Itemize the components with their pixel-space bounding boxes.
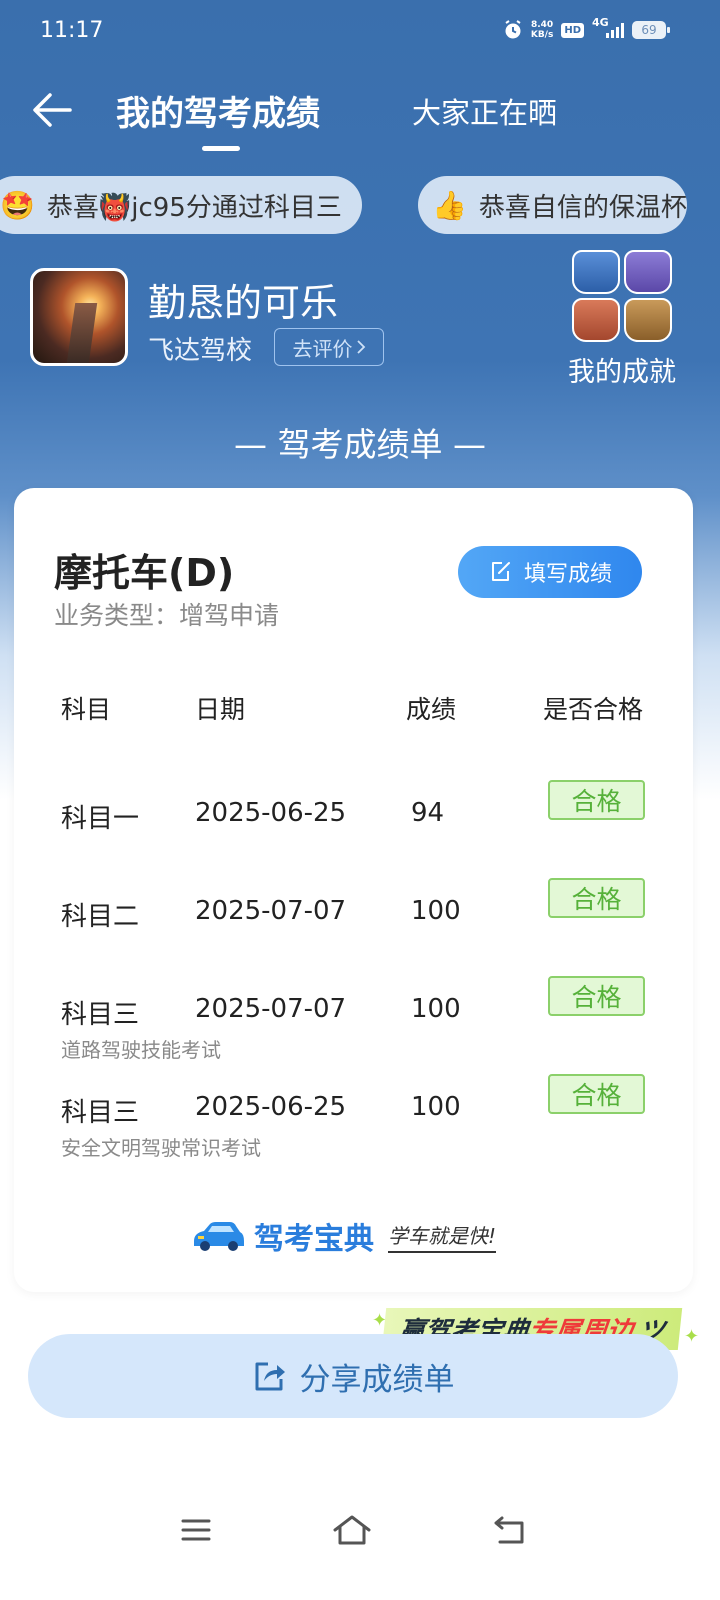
home-button[interactable] (330, 1508, 374, 1552)
thumbs-up-emoji-icon: 👍 (432, 188, 467, 222)
back-nav-button[interactable] (488, 1508, 532, 1552)
menu-button[interactable] (174, 1508, 218, 1552)
status-bar: 11:17 8.40 KB/s HD 4G 69 (0, 0, 720, 64)
pass-badge: 合格 (548, 976, 645, 1016)
row-score: 94 (411, 798, 445, 828)
congrats-ticker: 🤩 恭喜👹jc95分通过科目三 👍 恭喜自信的保温杯 (0, 176, 720, 234)
chevron-right-icon (356, 340, 365, 354)
car-logo-icon (194, 1222, 244, 1251)
brand-slogan: 学车就是快! (388, 1220, 497, 1253)
row-subject: 科目三 (61, 1098, 140, 1128)
signal-icon: 4G (592, 16, 624, 38)
badge-icon (572, 250, 620, 294)
row-subject: 科目一 (61, 804, 140, 834)
pass-badge: 合格 (548, 878, 645, 918)
driving-school-name: 飞达驾校 (148, 336, 253, 366)
status-icons: 8.40 KB/s HD 4G 69 (503, 16, 670, 40)
network-speed-unit: KB/s (530, 30, 554, 40)
row-subject: 科目三 (61, 1000, 140, 1030)
row-date: 2025-06-25 (195, 798, 347, 828)
row-note: 道路驾驶技能考试 (61, 1038, 221, 1062)
table-row: 科目三 2025-07-07 100 合格 道路驾驶技能考试 (14, 976, 693, 1074)
vehicle-type: 摩托车(D) (54, 551, 235, 595)
column-header-score: 成绩 (406, 695, 457, 724)
badge-icon (624, 250, 672, 294)
return-icon (494, 1516, 524, 1544)
review-button-label: 去评价 (292, 336, 353, 361)
share-button-label: 分享成绩单 (299, 1361, 455, 1398)
column-header-subject: 科目 (61, 695, 112, 724)
row-date: 2025-06-25 (195, 1092, 347, 1122)
back-button[interactable] (30, 88, 74, 132)
battery-icon: 69 (632, 21, 670, 39)
ticker-item[interactable]: 👍 恭喜自信的保温杯 (418, 176, 687, 234)
network-speed: 8.40 KB/s (531, 20, 553, 40)
sparkle-icon: ✦ (684, 1326, 700, 1347)
score-card: 摩托车(D) 业务类型：增驾申请 填写成绩 科目 日期 成绩 是否合格 科目一 … (14, 488, 693, 1292)
pass-badge: 合格 (548, 780, 645, 820)
achievements[interactable] (560, 248, 690, 348)
battery-level: 69 (641, 23, 657, 37)
home-icon (333, 1515, 371, 1545)
table-row: 科目一 2025-06-25 94 合格 (14, 780, 693, 878)
column-header-pass: 是否合格 (543, 695, 644, 724)
avatar-rail-graphic (66, 303, 98, 363)
share-score-button[interactable]: 分享成绩单 (28, 1334, 678, 1418)
star-eyes-emoji-icon: 🤩 (0, 188, 35, 222)
achievement-badges (568, 248, 678, 348)
row-date: 2025-07-07 (195, 896, 347, 926)
ticker-text: 恭喜👹jc95分通过科目三 (46, 192, 342, 223)
table-row: 科目三 2025-06-25 100 合格 安全文明驾驶常识考试 (14, 1074, 693, 1172)
tab-indicator (202, 146, 240, 151)
business-type: 业务类型：增驾申请 (54, 601, 280, 630)
table-row: 科目二 2025-07-07 100 合格 (14, 878, 693, 976)
achievements-label[interactable]: 我的成就 (568, 350, 676, 389)
tab-everyone-sharing[interactable]: 大家正在晒 (412, 90, 557, 132)
ticker-text: 恭喜自信的保温杯 (478, 192, 687, 223)
row-score: 100 (411, 1092, 461, 1122)
avatar[interactable] (30, 268, 128, 366)
pass-badge: 合格 (548, 1074, 645, 1114)
row-date: 2025-07-07 (195, 994, 347, 1024)
tab-my-scores[interactable]: 我的驾考成绩 (116, 86, 320, 135)
score-sheet-title: — 驾考成绩单 — (234, 425, 486, 464)
alarm-icon (505, 20, 521, 39)
review-button[interactable]: 去评价 (274, 328, 384, 366)
column-header-date: 日期 (195, 695, 246, 724)
ticker-item[interactable]: 🤩 恭喜👹jc95分通过科目三 (0, 176, 362, 234)
row-score: 100 (411, 994, 461, 1024)
network-type: 4G (592, 16, 609, 29)
hd-icon: HD (561, 22, 584, 38)
row-score: 100 (411, 896, 461, 926)
back-arrow-icon (33, 93, 72, 127)
row-subject: 科目二 (61, 902, 140, 932)
badge-icon (572, 298, 620, 342)
brand-name: 驾考宝典 (254, 1222, 374, 1257)
fill-score-button[interactable]: 填写成绩 (458, 546, 642, 598)
badge-icon (624, 298, 672, 342)
menu-icon (181, 1519, 211, 1541)
share-icon (255, 1362, 285, 1391)
network-speed-value: 8.40 (530, 20, 554, 30)
status-time: 11:17 (40, 18, 104, 43)
fill-score-label: 填写成绩 (523, 562, 612, 587)
user-name: 勤恳的可乐 (148, 281, 339, 325)
edit-icon (491, 562, 510, 581)
row-note: 安全文明驾驶常识考试 (61, 1136, 261, 1160)
top-navigation: 我的驾考成绩 大家正在晒 (0, 72, 720, 152)
brand-logo: 驾考宝典 学车就是快! (190, 1214, 497, 1258)
system-navigation-bar (0, 1500, 720, 1560)
